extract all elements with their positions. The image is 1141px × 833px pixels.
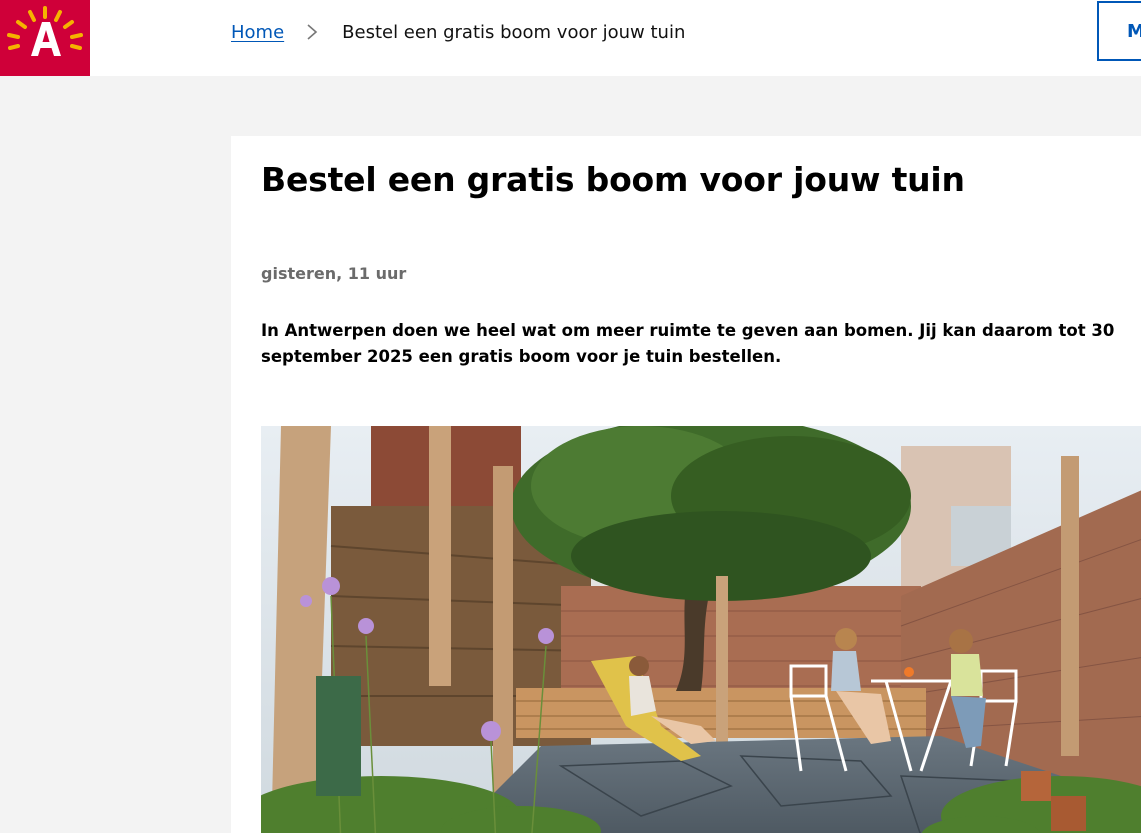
site-header: Home Bestel een gratis boom voor jouw tu… bbox=[0, 0, 1141, 76]
chevron-right-icon bbox=[306, 23, 318, 41]
article-card: Bestel een gratis boom voor jouw tuin gi… bbox=[231, 136, 1141, 833]
breadcrumb-current: Bestel een gratis boom voor jouw tuin bbox=[342, 21, 686, 43]
page-title: Bestel een gratis boom voor jouw tuin bbox=[261, 160, 965, 199]
publish-date: gisteren, 11 uur bbox=[261, 264, 407, 283]
antwerpen-logo-icon bbox=[0, 0, 90, 76]
breadcrumb: Home Bestel een gratis boom voor jouw tu… bbox=[231, 0, 685, 64]
antwerpen-logo[interactable] bbox=[0, 0, 90, 76]
hero-image bbox=[261, 426, 1141, 833]
article-intro: In Antwerpen doen we heel wat om meer ru… bbox=[261, 321, 1115, 366]
menu-button[interactable]: Menu bbox=[1097, 1, 1141, 61]
breadcrumb-home-link[interactable]: Home bbox=[231, 22, 284, 43]
garden-photo bbox=[261, 426, 1141, 833]
